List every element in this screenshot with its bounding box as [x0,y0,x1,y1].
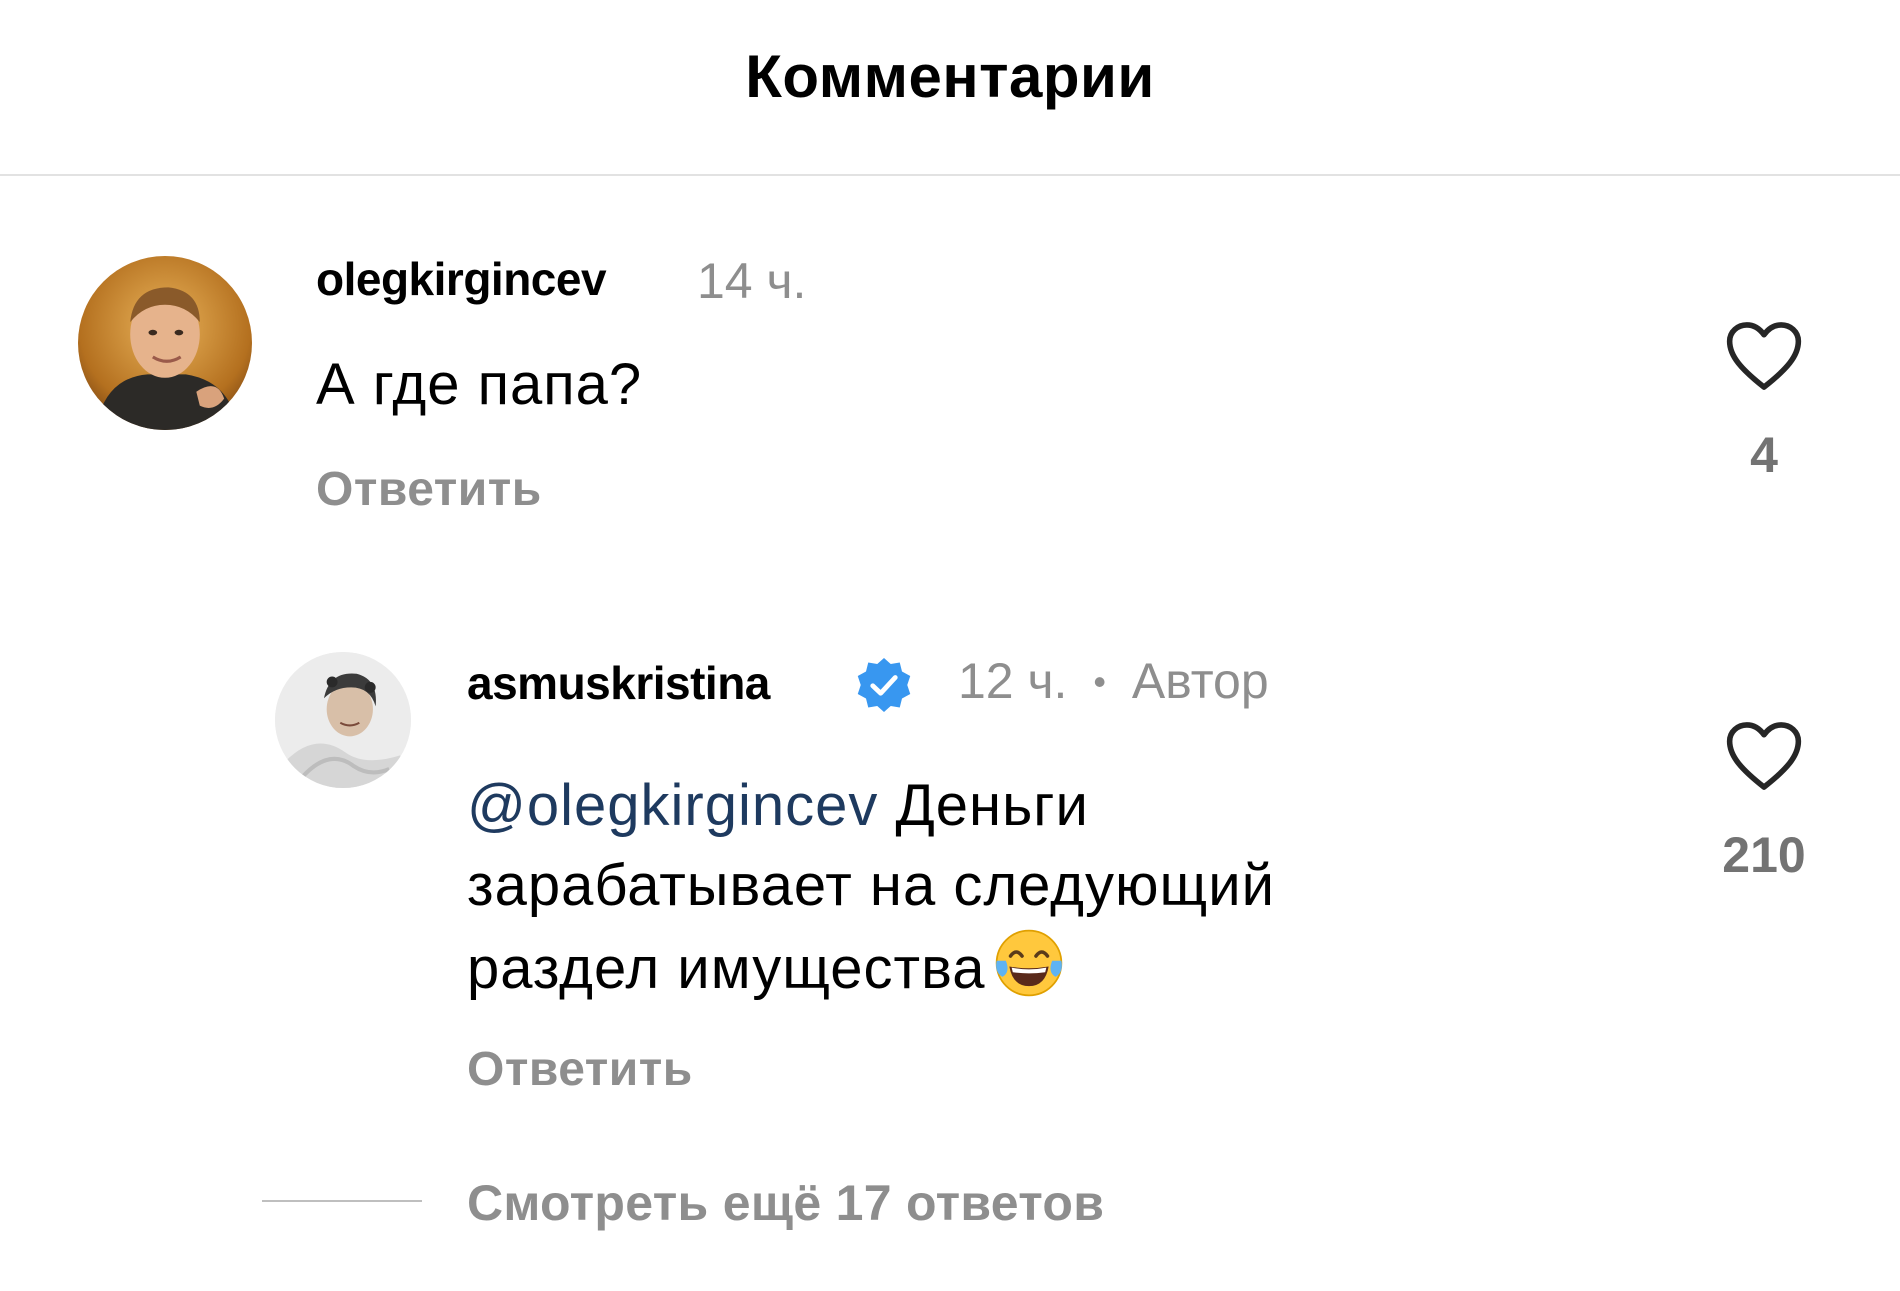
mention-link[interactable]: @olegkirgincev [467,773,878,838]
avatar-photo-icon [275,652,411,788]
reply-button[interactable]: Ответить [467,1042,693,1097]
comments-header: Комментарии [0,0,1900,176]
reply-text-line: @olegkirgincev Деньги [467,766,1467,846]
avatar[interactable] [78,256,252,430]
heart-icon [1726,322,1802,390]
reply-text-segment: Деньги [878,773,1089,838]
reply-text-segment: раздел имущества [467,936,986,1001]
face-with-tears-of-joy-icon [995,929,1062,997]
like-button[interactable] [1724,320,1804,392]
comment-text: А где папа? [316,352,643,417]
reply-text-line: зарабатывает на следующий [467,853,1275,918]
avatar[interactable] [275,652,411,788]
heart-icon [1726,722,1802,790]
like-button[interactable] [1724,720,1804,792]
reply-username[interactable]: asmuskristina [467,656,770,710]
like-count: 4 [1750,427,1778,483]
reply-time: 12 ч. [958,653,1068,709]
reply-text: @olegkirgincev Деньги зарабатывает на сл… [467,766,1467,1009]
author-label: Автор [1131,653,1269,709]
like-count: 210 [1722,827,1806,883]
view-more-divider [262,1200,422,1202]
verified-badge-icon [857,658,911,712]
reply-text-line: раздел имущества [467,926,1467,1009]
page-title: Комментарии [745,43,1155,110]
view-more-replies-button[interactable]: Смотреть ещё 17 ответов [467,1174,1104,1232]
comment-timestamp: 14 ч. [697,253,807,309]
meta-separator: • [1093,661,1106,702]
comment-username[interactable]: olegkirgincev [316,252,607,306]
reply-button[interactable]: Ответить [316,462,542,517]
reply-timestamp: 12 ч. • Автор [958,652,1269,710]
avatar-photo-icon [78,256,252,430]
